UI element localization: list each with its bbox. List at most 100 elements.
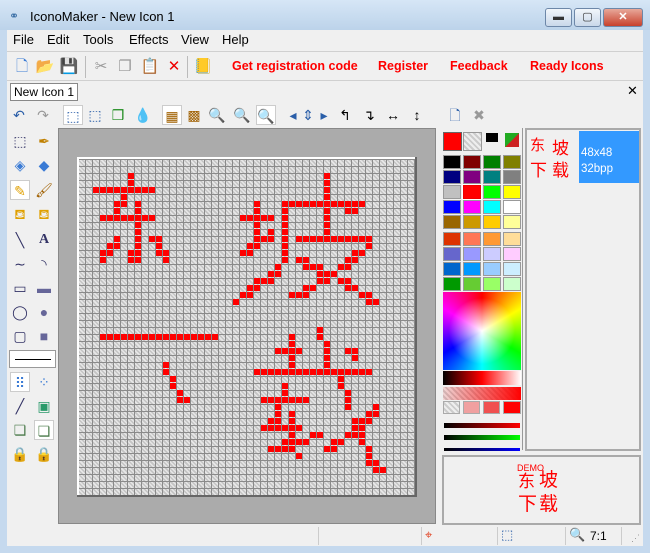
- maximize-button[interactable]: ▢: [574, 8, 601, 27]
- brush-icon[interactable]: 🖌: [34, 180, 54, 200]
- rounded-rect-icon[interactable]: ▢: [10, 326, 30, 346]
- color-swatch[interactable]: [443, 155, 461, 169]
- menu-file[interactable]: File: [13, 32, 34, 47]
- lock-box-icon[interactable]: 🔒: [10, 444, 30, 464]
- color-swatch[interactable]: [503, 155, 521, 169]
- pixel-canvas[interactable]: [79, 159, 415, 495]
- select-frame-2-icon[interactable]: ⬚: [85, 105, 105, 125]
- menu-edit[interactable]: Edit: [47, 32, 69, 47]
- default-colors-icon[interactable]: [486, 133, 498, 142]
- color-swatch[interactable]: [443, 200, 461, 214]
- color-swatch[interactable]: [483, 247, 501, 261]
- alpha-preset-33[interactable]: [463, 401, 480, 414]
- menu-view[interactable]: View: [181, 32, 209, 47]
- eraser-icon[interactable]: ◆: [34, 155, 54, 175]
- color-swatch[interactable]: [462, 184, 482, 200]
- minimize-button[interactable]: ▬: [545, 8, 572, 27]
- alpha-preset-0[interactable]: [443, 401, 460, 414]
- line-width-selector[interactable]: [9, 350, 56, 368]
- ellipse-icon[interactable]: ◯: [10, 302, 30, 322]
- color-swatch[interactable]: [483, 277, 501, 291]
- filled-ellipse-icon[interactable]: ●: [34, 302, 54, 322]
- color-swatch[interactable]: [443, 247, 461, 261]
- eyedropper-icon[interactable]: ✒: [34, 131, 54, 151]
- format-item-48x48[interactable]: 48x48 32bpp: [579, 131, 639, 183]
- new-file-icon[interactable]: 🗋: [12, 57, 32, 77]
- layer-overlay-icon[interactable]: ❏: [34, 420, 54, 440]
- zoom-out-icon[interactable]: 🔍: [232, 105, 252, 125]
- color-swatch[interactable]: [503, 170, 521, 184]
- open-folder-icon[interactable]: 📂: [35, 57, 55, 77]
- alpha-slider[interactable]: [443, 387, 521, 400]
- alpha-preset-66[interactable]: [483, 401, 500, 414]
- flip-vertical-icon[interactable]: ↕: [407, 105, 427, 125]
- color-swatch[interactable]: [443, 170, 461, 184]
- resize-grip-icon[interactable]: ⋰: [631, 533, 640, 544]
- color-swatch[interactable]: [463, 200, 481, 214]
- color-swatch[interactable]: [503, 247, 521, 261]
- redo-icon[interactable]: ↷: [33, 105, 53, 125]
- secondary-color-swatch[interactable]: [463, 132, 482, 151]
- save-icon[interactable]: 💾: [59, 57, 79, 77]
- color-swatch[interactable]: [463, 232, 481, 246]
- color-swatch[interactable]: [443, 185, 461, 199]
- color-swatch[interactable]: [463, 247, 481, 261]
- undo-icon[interactable]: ↶: [9, 105, 29, 125]
- rotate-right-icon[interactable]: ↴: [359, 105, 379, 125]
- color-swatch[interactable]: [443, 277, 461, 291]
- color-swatch[interactable]: [463, 155, 481, 169]
- grid-icon[interactable]: ▦: [162, 105, 182, 125]
- scatter-dots-icon[interactable]: ⁘: [34, 372, 54, 392]
- arc-icon[interactable]: ◝: [34, 254, 54, 274]
- color-swatch[interactable]: [443, 262, 461, 276]
- color-swatch[interactable]: [503, 215, 521, 229]
- move-right-icon[interactable]: ▸: [314, 105, 334, 125]
- menu-tools[interactable]: Tools: [83, 32, 113, 47]
- paste-icon[interactable]: 📋: [140, 57, 160, 77]
- curve-icon[interactable]: ∼: [10, 254, 30, 274]
- zoom-in-icon[interactable]: 🔍: [207, 105, 227, 125]
- color-swatch[interactable]: [503, 185, 521, 199]
- drop-icon[interactable]: 💧: [133, 105, 153, 125]
- zoom-actual-icon[interactable]: 🔍: [256, 105, 276, 125]
- color-swatch[interactable]: [463, 215, 481, 229]
- delete-image-icon[interactable]: ✖: [469, 105, 489, 125]
- red-channel-slider[interactable]: [444, 423, 520, 428]
- color-swatch[interactable]: [503, 200, 521, 214]
- pattern-fill-icon[interactable]: ⛾: [10, 204, 30, 224]
- grid-pattern-icon[interactable]: ▩: [184, 105, 204, 125]
- select-frame-icon[interactable]: ⬚: [63, 105, 83, 125]
- color-swatch[interactable]: [483, 232, 501, 246]
- cut-icon[interactable]: ✂: [91, 57, 111, 77]
- book-icon[interactable]: 📒: [193, 57, 213, 77]
- color-eraser-icon[interactable]: ◈: [10, 155, 30, 175]
- color-swatch[interactable]: [483, 215, 501, 229]
- gradient-icon[interactable]: ▣: [34, 396, 54, 416]
- fill-bucket-icon[interactable]: ⛾: [34, 204, 54, 224]
- layer-icon[interactable]: ❒: [108, 105, 128, 125]
- color-wheel[interactable]: [443, 292, 521, 370]
- color-swatch[interactable]: [483, 185, 501, 199]
- color-swatch[interactable]: [443, 232, 461, 246]
- primary-color-swatch[interactable]: [443, 132, 462, 151]
- brightness-slider[interactable]: [443, 371, 521, 385]
- color-swatch[interactable]: [463, 277, 481, 291]
- rectangle-icon[interactable]: ▭: [10, 278, 30, 298]
- line-icon[interactable]: ╲: [10, 230, 30, 250]
- layer-merge-icon[interactable]: ❏: [10, 420, 30, 440]
- airbrush-icon[interactable]: ╱: [10, 396, 30, 416]
- ready-icons-link[interactable]: Ready Icons: [530, 59, 604, 73]
- blue-channel-slider[interactable]: [444, 448, 520, 451]
- color-swatch[interactable]: [483, 262, 501, 276]
- feedback-link[interactable]: Feedback: [450, 59, 508, 73]
- tab-new-icon-1[interactable]: New Icon 1: [10, 83, 78, 101]
- register-link[interactable]: Register: [378, 59, 428, 73]
- close-tab-icon[interactable]: ✕: [627, 83, 638, 99]
- color-swatch[interactable]: [463, 170, 481, 184]
- green-channel-slider[interactable]: [444, 435, 520, 440]
- text-icon[interactable]: A: [34, 230, 54, 250]
- get-registration-code-link[interactable]: Get registration code: [232, 59, 358, 73]
- close-button[interactable]: ✕: [603, 8, 643, 27]
- copy-icon[interactable]: ❐: [115, 57, 135, 77]
- color-swatch[interactable]: [483, 170, 501, 184]
